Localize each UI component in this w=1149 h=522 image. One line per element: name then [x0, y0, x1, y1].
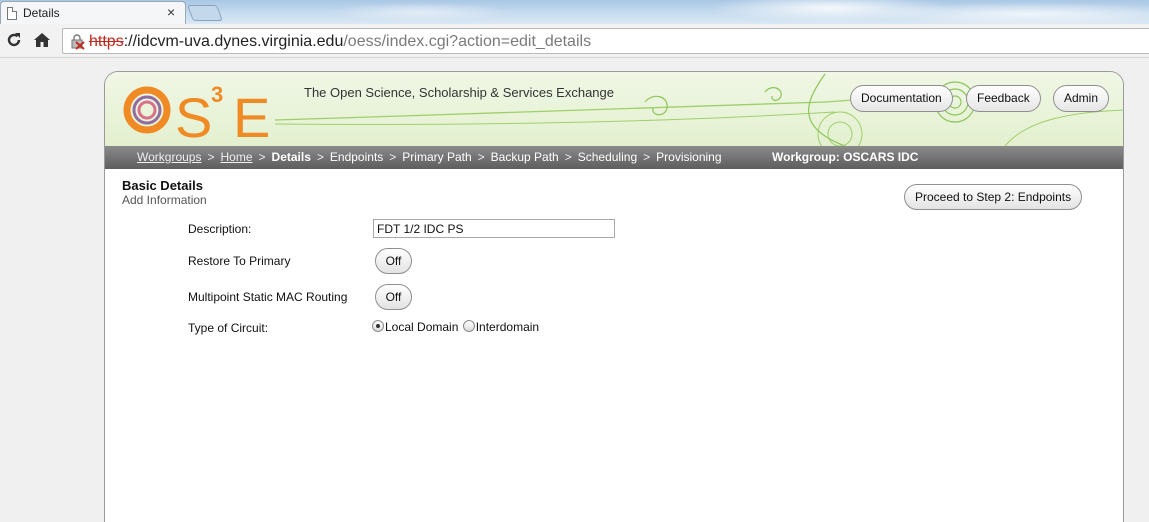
description-input[interactable] [373, 219, 615, 238]
reload-icon[interactable] [4, 31, 24, 51]
breadcrumb-provisioning: Provisioning [656, 150, 722, 164]
app-frame: S 3 E The Open Science, Scholarship & Se… [104, 71, 1124, 522]
url-text: https://idcvm-uva.dynes.virginia.edu/oes… [89, 33, 591, 51]
breadcrumb-workgroups[interactable]: Workgroups [137, 150, 201, 164]
multipoint-mac-routing-label: Multipoint Static MAC Routing [188, 290, 348, 304]
proceed-to-endpoints-button[interactable]: Proceed to Step 2: Endpoints [904, 184, 1083, 210]
section-subtitle: Add Information [122, 193, 207, 207]
restore-to-primary-label: Restore To Primary [188, 254, 291, 268]
section-title: Basic Details [122, 178, 203, 193]
local-domain-radio[interactable] [372, 320, 384, 332]
breadcrumb-separator: > [258, 150, 266, 164]
breadcrumb-endpoints: Endpoints [329, 150, 384, 164]
description-label: Description: [188, 222, 252, 236]
restore-to-primary-toggle[interactable]: Off [375, 248, 412, 274]
breadcrumb-home[interactable]: Home [221, 150, 253, 164]
breadcrumb-separator: > [564, 150, 572, 164]
breadcrumb-details: Details [271, 150, 311, 164]
os3e-logo: S 3 E [123, 80, 288, 149]
breadcrumb-items: Workgroups > Home > Details > Endpoints > Primar… [137, 150, 722, 164]
documentation-button[interactable]: Documentation [850, 85, 953, 112]
browser-tabstrip: Details × [0, 0, 1149, 24]
interdomain-radio[interactable] [462, 320, 475, 332]
tab-title: Details [23, 6, 60, 20]
new-tab-button[interactable] [187, 5, 223, 21]
home-icon[interactable] [32, 31, 52, 51]
breadcrumb-primary-path: Primary Path [402, 150, 472, 164]
feedback-button[interactable]: Feedback [966, 85, 1041, 112]
site-tagline: The Open Science, Scholarship & Services… [304, 85, 615, 100]
circuit-type-options: Local Domain Interdomain [372, 320, 539, 334]
breadcrumb-separator: > [316, 150, 324, 164]
url-path: /oess/index.cgi?action=edit_details [343, 33, 592, 50]
breadcrumb-backup-path: Backup Path [490, 150, 559, 164]
breadcrumb-separator: > [643, 150, 651, 164]
admin-button[interactable]: Admin [1053, 85, 1110, 112]
browser-tab[interactable]: Details × [0, 1, 186, 24]
close-tab-icon[interactable]: × [167, 5, 175, 19]
workgroup-label: Workgroup: OSCARS IDC [772, 150, 919, 164]
browser-toolbar: https://idcvm-uva.dynes.virginia.edu/oes… [0, 24, 1149, 58]
url-scheme: https [89, 33, 124, 50]
svg-text:3: 3 [211, 82, 223, 107]
svg-text:S: S [175, 86, 212, 140]
url-host: ://idcvm-uva.dynes.virginia.edu [123, 33, 344, 50]
breadcrumb: Workgroups > Home > Details > Endpoints > Primar… [105, 146, 1123, 169]
app-header: S 3 E The Open Science, Scholarship & Se… [105, 72, 1123, 149]
svg-text:E: E [233, 86, 270, 140]
breadcrumb-scheduling: Scheduling [577, 150, 638, 164]
breadcrumb-separator: > [477, 150, 485, 164]
address-bar[interactable]: https://idcvm-uva.dynes.virginia.edu/oes… [62, 28, 1149, 54]
multipoint-mac-routing-toggle[interactable]: Off [375, 284, 412, 310]
local-domain-label: Local Domain [385, 320, 459, 334]
breadcrumb-separator: > [389, 150, 397, 164]
circuit-type-label: Type of Circuit: [188, 321, 269, 335]
broken-lock-icon [70, 34, 85, 50]
breadcrumb-separator: > [207, 150, 215, 164]
page-icon [7, 7, 17, 20]
interdomain-label: Interdomain [475, 320, 540, 334]
